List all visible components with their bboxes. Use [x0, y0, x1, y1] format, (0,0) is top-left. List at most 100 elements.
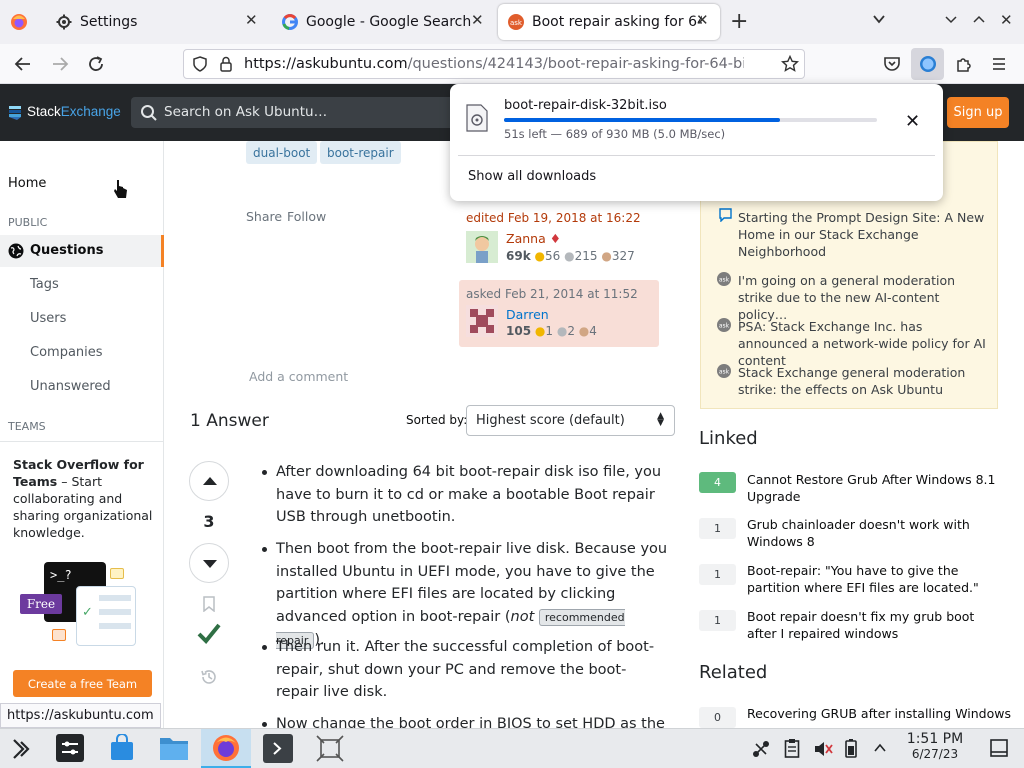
mouse-cursor-icon — [112, 178, 130, 200]
share-link[interactable]: Share — [246, 209, 282, 224]
sort-select[interactable]: Highest score (default) ▲ ▼ — [466, 405, 675, 436]
shield-icon[interactable] — [192, 56, 208, 72]
left-sidebar: Home PUBLIC Questions Tags Users Compani… — [0, 141, 164, 728]
meta-post-link[interactable]: Stack Exchange general moderation strike… — [738, 364, 988, 398]
nav-home[interactable]: Home — [8, 176, 46, 191]
asker-reputation: 105 ●1 ●2 ●4 — [506, 324, 597, 338]
close-tab-icon[interactable]: ✕ — [696, 11, 709, 29]
nav-tags[interactable]: Tags — [30, 277, 59, 292]
stackexchange-logo-icon[interactable] — [9, 106, 21, 120]
silver-badge-icon: ● — [556, 324, 568, 338]
editor-bronze: 327 — [611, 249, 635, 263]
system-settings-icon[interactable] — [56, 734, 84, 762]
downvote-button[interactable] — [189, 543, 229, 583]
avatar[interactable] — [466, 305, 498, 337]
battery-icon[interactable] — [845, 738, 857, 758]
history-icon[interactable] — [200, 668, 218, 686]
file-manager-icon[interactable] — [159, 735, 189, 761]
check-icon: ✓ — [82, 605, 93, 620]
asked-timestamp: asked Feb 21, 2014 at 11:52 — [466, 287, 638, 301]
show-desktop-icon[interactable] — [990, 739, 1008, 757]
back-icon[interactable] — [14, 55, 32, 73]
follow-link[interactable]: Follow — [287, 209, 326, 224]
asker-bronze: 4 — [589, 324, 597, 338]
sort-label: Sorted by: — [406, 413, 468, 427]
editor-silver: 215 — [574, 249, 598, 263]
linked-score[interactable]: 1 — [699, 610, 736, 631]
meta-post-link[interactable]: I'm going on a general moderation strike… — [738, 272, 988, 323]
firefox-view-icon[interactable] — [10, 13, 28, 31]
checklist-illustration: ✓ — [76, 586, 136, 646]
gear-icon — [56, 14, 72, 30]
linked-score[interactable]: 1 — [699, 564, 736, 585]
linked-score[interactable]: 1 — [699, 518, 736, 539]
nav-users[interactable]: Users — [30, 311, 66, 326]
clipboard-icon[interactable] — [784, 738, 800, 758]
pocket-icon[interactable] — [883, 55, 901, 73]
svg-text:ask: ask — [719, 323, 730, 330]
bronze-badge-icon: ● — [601, 249, 612, 263]
signup-button[interactable]: Sign up — [947, 97, 1009, 128]
minimize-icon[interactable] — [944, 12, 958, 26]
screenshot-tool-icon[interactable] — [315, 734, 345, 763]
download-filename[interactable]: boot-repair-disk-32bit.iso — [504, 98, 667, 113]
main-content: dual-boot boot-repair Share Follow edite… — [164, 141, 694, 728]
cancel-download-icon[interactable]: ✕ — [905, 111, 920, 132]
tab-askubuntu[interactable]: ask Boot repair asking for 64 bit — [498, 4, 720, 40]
linked-question-link[interactable]: Boot-repair: "You have to give the parti… — [747, 562, 997, 596]
nav-questions[interactable]: Questions — [0, 235, 164, 267]
nav-questions-label: Questions — [30, 243, 104, 258]
linked-question-link[interactable]: Cannot Restore Grub After Windows 8.1 Up… — [747, 471, 997, 505]
avatar[interactable] — [466, 231, 498, 263]
close-tab-icon[interactable]: ✕ — [245, 11, 258, 29]
app-launcher-icon[interactable] — [10, 737, 34, 761]
tab-google[interactable]: Google - Google Search — [272, 4, 492, 40]
related-score[interactable]: 0 — [699, 707, 736, 728]
tab-label: Settings — [80, 14, 138, 30]
url-host: https://askubuntu.com — [244, 56, 408, 72]
edited-timestamp[interactable]: edited Feb 19, 2018 at 16:22 — [466, 211, 641, 225]
show-all-downloads-button[interactable]: Show all downloads — [468, 169, 596, 184]
add-comment-link[interactable]: Add a comment — [249, 369, 348, 384]
tab-settings[interactable]: Settings — [46, 4, 266, 40]
terminal-icon[interactable] — [263, 734, 293, 763]
download-progress-track — [504, 118, 877, 122]
meta-post-link[interactable]: Starting the Prompt Design Site: A New H… — [738, 209, 988, 260]
meta-post-link[interactable]: PSA: Stack Exchange Inc. has announced a… — [738, 318, 988, 369]
nav-companies[interactable]: Companies — [30, 345, 103, 360]
related-question-link[interactable]: Recovering GRUB after installing Windows — [747, 705, 1011, 722]
downloads-button[interactable] — [911, 48, 944, 80]
create-team-button[interactable]: Create a free Team — [13, 670, 152, 697]
linked-score[interactable]: 4 — [699, 472, 736, 493]
sort-arrows-icon: ▲ ▼ — [657, 411, 664, 428]
bookmark-star-icon[interactable] — [781, 55, 799, 73]
tag-boot-repair[interactable]: boot-repair — [320, 141, 401, 164]
site-logo[interactable]: StackExchange — [27, 104, 121, 119]
editor-name-row[interactable]: Zanna ♦ — [506, 231, 561, 246]
upvote-button[interactable] — [189, 461, 229, 501]
system-tray-expand-icon[interactable] — [873, 741, 887, 755]
list-tabs-icon[interactable] — [872, 12, 886, 26]
new-tab-icon[interactable]: + — [730, 9, 748, 34]
clock[interactable]: 1:51 PM 6/27/23 — [895, 731, 975, 761]
asker-name[interactable]: Darren — [506, 307, 549, 322]
forward-icon[interactable] — [51, 55, 69, 73]
volume-muted-icon[interactable] — [813, 739, 833, 759]
discover-store-icon[interactable] — [109, 734, 135, 762]
close-tab-icon[interactable]: ✕ — [471, 11, 484, 29]
maximize-icon[interactable] — [972, 12, 986, 26]
linked-question-link[interactable]: Boot repair doesn't fix my grub boot aft… — [747, 608, 997, 642]
tag-dual-boot[interactable]: dual-boot — [246, 141, 318, 164]
lock-icon[interactable] — [219, 56, 233, 72]
close-window-icon[interactable]: ✕ — [1000, 11, 1013, 29]
nav-unanswered[interactable]: Unanswered — [30, 379, 111, 394]
reload-icon[interactable] — [87, 55, 105, 73]
bookmark-icon[interactable] — [203, 596, 215, 612]
firefox-taskbar-button[interactable] — [201, 729, 251, 768]
network-icon[interactable] — [751, 739, 771, 759]
site-search-input[interactable]: Search on Ask Ubuntu… — [131, 97, 461, 128]
url-bar[interactable]: https://askubuntu.com/questions/424143/b… — [183, 49, 805, 79]
extensions-icon[interactable] — [955, 55, 973, 73]
linked-question-link[interactable]: Grub chainloader doesn't work with Windo… — [747, 516, 997, 550]
menu-icon[interactable] — [991, 56, 1007, 72]
